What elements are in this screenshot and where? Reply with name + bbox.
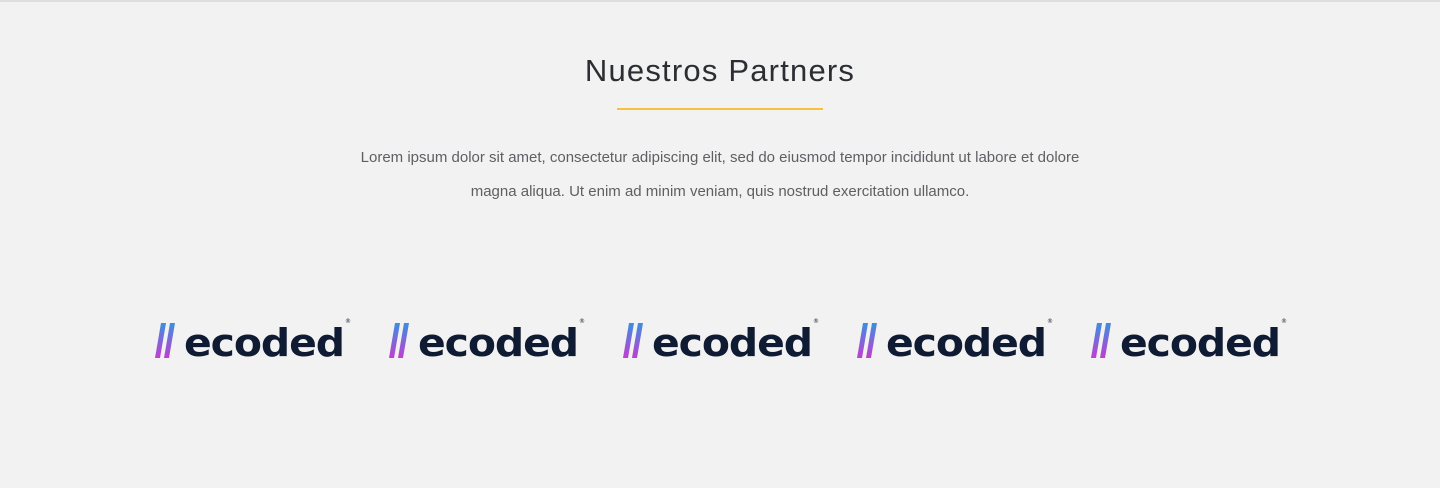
ecoded-logo-icon: ecoded ® — [389, 318, 585, 362]
partner-name: ecoded — [418, 321, 578, 362]
partner-logo[interactable]: ecoded ® — [155, 312, 355, 362]
section-description: Lorem ipsum dolor sit amet, consectetur … — [360, 149, 1080, 200]
ecoded-logo-icon: ecoded ® — [155, 318, 351, 362]
title-underline — [617, 108, 823, 110]
section-title: Nuestros Partners — [584, 53, 856, 88]
ecoded-logo-icon: ecoded ® — [857, 318, 1053, 362]
registered-mark: ® — [345, 318, 351, 325]
registered-mark: ® — [579, 318, 585, 325]
registered-mark: ® — [1281, 318, 1287, 325]
registered-mark: ® — [813, 318, 819, 325]
partner-logo[interactable]: ecoded ® — [857, 312, 1057, 362]
registered-mark: ® — [1047, 318, 1053, 325]
partner-logo[interactable]: ecoded ® — [1091, 312, 1291, 362]
top-divider — [0, 0, 1440, 2]
partners-row: ecoded ® ecoded ® ecoded ® ecoded ® ecod… — [155, 312, 1295, 368]
partner-logo[interactable]: ecoded ® — [623, 312, 823, 362]
partner-name: ecoded — [652, 321, 812, 362]
partner-name: ecoded — [1120, 321, 1280, 362]
partner-name: ecoded — [184, 321, 344, 362]
partner-logo[interactable]: ecoded ® — [389, 312, 589, 362]
partner-name: ecoded — [886, 321, 1046, 362]
ecoded-logo-icon: ecoded ® — [623, 318, 819, 362]
ecoded-logo-icon: ecoded ® — [1091, 318, 1287, 362]
